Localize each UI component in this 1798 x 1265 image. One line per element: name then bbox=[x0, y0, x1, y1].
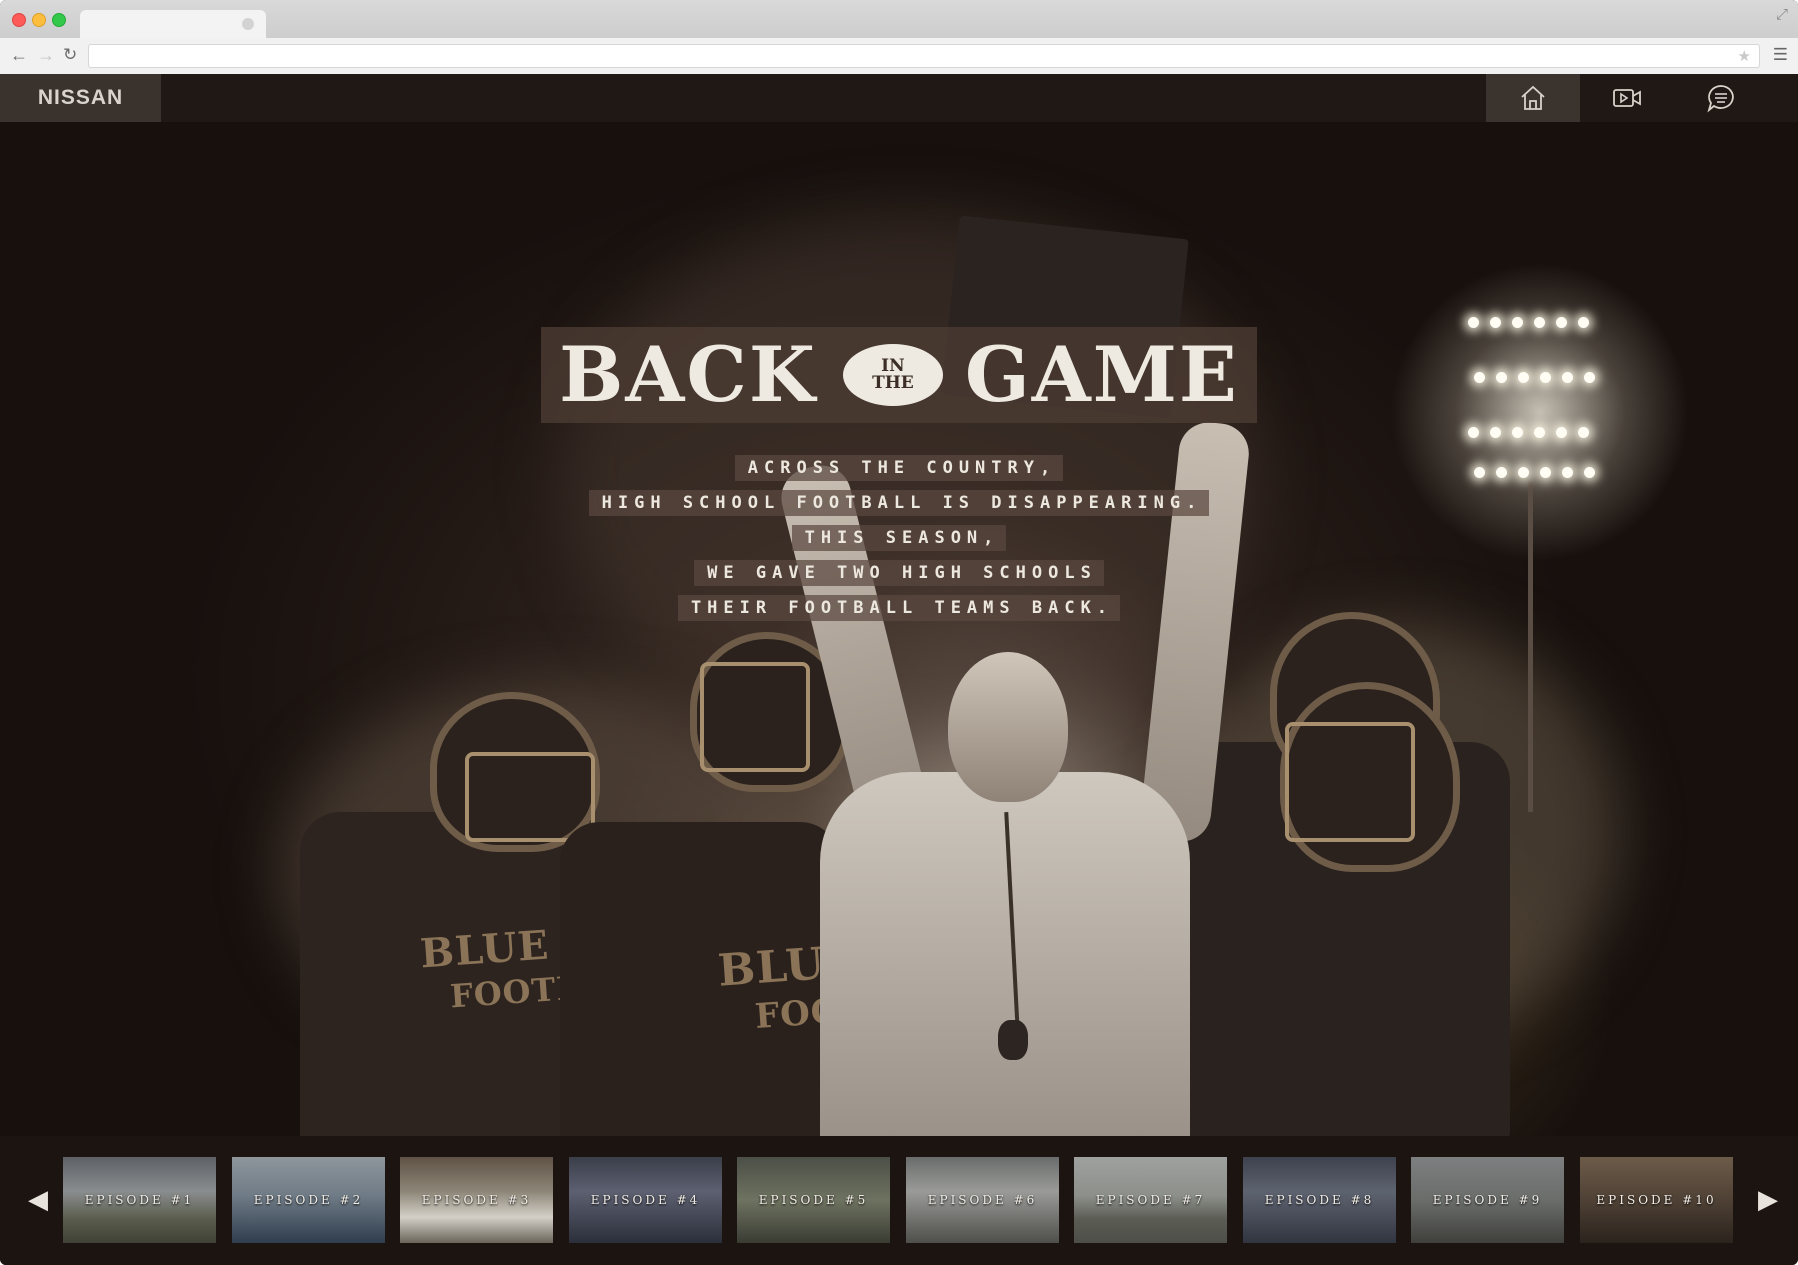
floodlight-bulb bbox=[1512, 427, 1523, 438]
floodlight-bulb bbox=[1496, 372, 1507, 383]
tagline-line: HIGH SCHOOL FOOTBALL IS DISAPPEARING. bbox=[0, 490, 1798, 516]
nav-home[interactable] bbox=[1486, 74, 1580, 122]
episode-thumbnail[interactable]: EPISODE #10 bbox=[1580, 1157, 1733, 1243]
forward-arrow-icon[interactable]: → bbox=[37, 44, 55, 66]
tagline-text: HIGH SCHOOL FOOTBALL IS DISAPPEARING. bbox=[588, 490, 1210, 516]
episode-label: EPISODE #9 bbox=[1432, 1193, 1543, 1207]
episode-thumbnail[interactable]: EPISODE #8 bbox=[1243, 1157, 1396, 1243]
tagline-text: THIS SEASON, bbox=[791, 525, 1007, 551]
tab-close-icon[interactable] bbox=[242, 18, 254, 30]
episode-carousel: ◀ EPISODE #1 EPISODE #2 EPISODE #3 EPISODE … bbox=[0, 1136, 1798, 1265]
close-window-button[interactable] bbox=[12, 13, 26, 27]
tagline-text: THEIR FOOTBALL TEAMS BACK. bbox=[677, 595, 1121, 621]
episode-label: EPISODE #2 bbox=[253, 1193, 364, 1207]
reload-icon[interactable]: ↻ bbox=[63, 44, 77, 66]
zoom-window-button[interactable] bbox=[52, 13, 66, 27]
tagline-line: ACROSS THE COUNTRY, bbox=[0, 455, 1798, 481]
floodlight-bulb bbox=[1578, 317, 1589, 328]
floodlight-bulb bbox=[1534, 317, 1545, 328]
chat-icon bbox=[1707, 85, 1734, 113]
site-header: NISSAN bbox=[0, 74, 1798, 122]
floodlight-bulb bbox=[1562, 372, 1573, 383]
episode-thumbnail[interactable]: EPISODE #2 bbox=[232, 1157, 385, 1243]
logo-text: NISSAN bbox=[37, 86, 124, 109]
floodlight-bulb bbox=[1584, 372, 1595, 383]
floodlight-bulb bbox=[1474, 372, 1485, 383]
jersey-lettering: BLU bbox=[716, 938, 827, 997]
episode-label: EPISODE #3 bbox=[421, 1193, 532, 1207]
nissan-logo[interactable]: NISSAN bbox=[0, 74, 161, 122]
episode-label: EPISODE #8 bbox=[1264, 1193, 1375, 1207]
browser-tab-bar: ⤢ bbox=[0, 0, 1798, 38]
floodlight-bulb bbox=[1468, 427, 1479, 438]
floodlight-bulb bbox=[1468, 317, 1479, 328]
floodlight-bulb bbox=[1534, 427, 1545, 438]
carousel-next-icon[interactable]: ▶ bbox=[1758, 1184, 1778, 1214]
episode-label: EPISODE #7 bbox=[1095, 1193, 1206, 1207]
fullscreen-icon[interactable]: ⤢ bbox=[1776, 6, 1788, 23]
helmet-facemask bbox=[465, 752, 595, 842]
floodlight-bulb bbox=[1556, 427, 1567, 438]
helmet-facemask bbox=[1285, 722, 1415, 842]
football-badge-icon: IN THE bbox=[842, 344, 943, 406]
browser-toolbar: ← → ↻ ★ ☰ bbox=[0, 38, 1798, 75]
floodlight-bulb bbox=[1512, 317, 1523, 328]
tagline-line: WE GAVE TWO HIGH SCHOOLS bbox=[0, 560, 1798, 586]
menu-icon[interactable]: ☰ bbox=[1773, 45, 1788, 65]
floodlight-bulb bbox=[1556, 317, 1567, 328]
helmet-facemask bbox=[700, 662, 810, 772]
episode-label: EPISODE #4 bbox=[590, 1193, 701, 1207]
tagline-line: THIS SEASON, bbox=[0, 525, 1798, 551]
episode-label: EPISODE #5 bbox=[758, 1193, 869, 1207]
floodlight-bulb bbox=[1518, 372, 1529, 383]
episode-label: EPISODE #1 bbox=[84, 1193, 195, 1207]
episode-thumbnail[interactable]: EPISODE #3 bbox=[400, 1157, 553, 1243]
carousel-prev-icon[interactable]: ◀ bbox=[28, 1184, 48, 1214]
browser-tab[interactable] bbox=[80, 10, 266, 38]
episode-thumbnail[interactable]: EPISODE #7 bbox=[1074, 1157, 1227, 1243]
tagline-text: WE GAVE TWO HIGH SCHOOLS bbox=[694, 560, 1104, 586]
coach-head bbox=[948, 652, 1068, 802]
hero-title: BACK IN THE GAME bbox=[541, 327, 1257, 423]
episode-label: EPISODE #10 bbox=[1596, 1193, 1717, 1207]
episode-thumbnail[interactable]: EPISODE #6 bbox=[906, 1157, 1059, 1243]
minimize-window-button[interactable] bbox=[32, 13, 46, 27]
floodlight-bulb bbox=[1540, 372, 1551, 383]
tagline-text: ACROSS THE COUNTRY, bbox=[734, 455, 1064, 481]
nav-videos[interactable] bbox=[1580, 74, 1674, 122]
badge-word-the: THE bbox=[872, 373, 914, 393]
episode-thumbnail[interactable]: EPISODE #9 bbox=[1411, 1157, 1564, 1243]
episode-label: EPISODE #6 bbox=[927, 1193, 1038, 1207]
video-icon bbox=[1613, 89, 1641, 107]
episode-thumbnail[interactable]: EPISODE #5 bbox=[737, 1157, 890, 1243]
address-bar[interactable]: ★ bbox=[88, 44, 1760, 68]
title-word-game: GAME bbox=[964, 330, 1239, 419]
home-icon bbox=[1521, 85, 1545, 110]
episode-thumbnail[interactable]: EPISODE #4 bbox=[569, 1157, 722, 1243]
back-arrow-icon[interactable]: ← bbox=[10, 44, 28, 66]
hero-section: BLUE DEV FOOTBA BLU FOO BACK IN THE GAME… bbox=[0, 122, 1798, 1136]
whistle bbox=[998, 1020, 1028, 1060]
title-word-back: BACK bbox=[559, 330, 817, 419]
browser-window: ⤢ ← → ↻ ★ ☰ NISSAN BLUE DEV FOOTBA BLU F… bbox=[0, 0, 1798, 1265]
floodlight-bulb bbox=[1490, 317, 1501, 328]
tagline-line: THEIR FOOTBALL TEAMS BACK. bbox=[0, 595, 1798, 621]
floodlight-bulb bbox=[1578, 427, 1589, 438]
episode-thumbnail[interactable]: EPISODE #1 bbox=[63, 1157, 216, 1243]
nav-comments[interactable] bbox=[1674, 74, 1768, 122]
star-icon[interactable]: ★ bbox=[1738, 47, 1751, 65]
floodlight-bulb bbox=[1490, 427, 1501, 438]
